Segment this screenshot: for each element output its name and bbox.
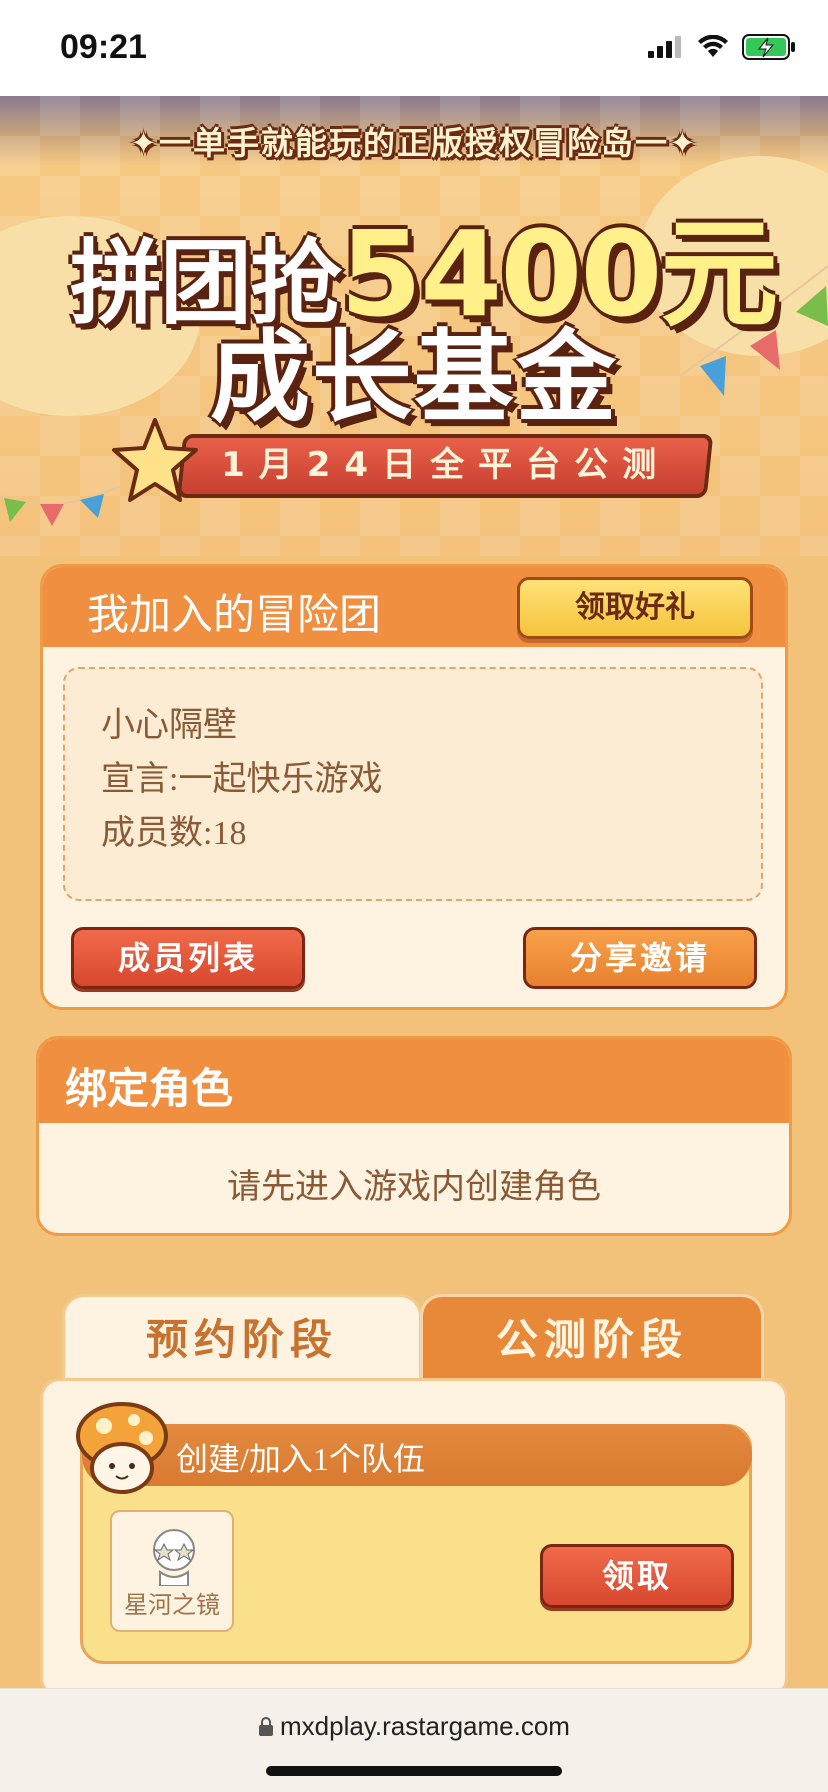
- team-info-box: 小心隔壁 宣言:一起快乐游戏 成员数:18: [63, 667, 763, 901]
- member-list-button[interactable]: 成员列表: [71, 927, 305, 989]
- lock-icon: [259, 1717, 274, 1736]
- hero-date-ribbon: 1月24日全平台公测: [176, 434, 714, 498]
- status-bar: 09:21: [0, 0, 828, 96]
- wifi-icon: [697, 35, 728, 57]
- task-title: 创建/加入1个队伍: [176, 1441, 425, 1477]
- team-name: 小心隔壁: [101, 707, 237, 744]
- task-claim-button[interactable]: 领取: [540, 1544, 734, 1608]
- my-team-title: 我加入的冒险团: [87, 590, 382, 639]
- claim-gift-button[interactable]: 领取好礼: [517, 577, 753, 639]
- star-badge-icon: [112, 418, 198, 502]
- tab-reservation-stage[interactable]: 预约阶段: [62, 1294, 422, 1380]
- reward-item: 星河之镜: [110, 1510, 234, 1632]
- tab-public-test-stage[interactable]: 公测阶段: [420, 1294, 764, 1380]
- mushroom-mascot-icon: [76, 1402, 168, 1494]
- bind-role-message: 请先进入游戏内创建角色: [227, 1167, 601, 1207]
- battery-charging-icon: [742, 34, 795, 60]
- my-team-panel: 我加入的冒险团 领取好礼 小心隔壁 宣言:一起快乐游戏 成员数:18 成员列表 …: [40, 564, 788, 1010]
- status-icons: [640, 34, 796, 64]
- reward-label: 星河之镜: [124, 1591, 220, 1619]
- bind-role-panel: 绑定角色 请先进入游戏内创建角色: [36, 1036, 792, 1236]
- hero-tagline: ✦一单手就能玩的正版授权冒险岛一✦: [130, 124, 698, 162]
- bind-role-header: 绑定角色: [39, 1039, 789, 1123]
- bind-role-title: 绑定角色: [65, 1064, 234, 1113]
- home-indicator[interactable]: [266, 1766, 562, 1776]
- hero-date-text: 1月24日全平台公测: [220, 445, 670, 485]
- status-time: 09:21: [60, 28, 147, 66]
- url-display[interactable]: mxdplay.rastargame.com: [0, 1711, 828, 1742]
- signal-icon: [647, 36, 681, 58]
- team-motto: 宣言:一起快乐游戏: [101, 761, 383, 798]
- team-member-count: 成员数:18: [101, 815, 247, 852]
- hero-banner: ✦一单手就能玩的正版授权冒险岛一✦ 拼团抢5400元 成长基金 1月24日全平台…: [0, 96, 828, 556]
- star-glasses-avatar-icon: [153, 1529, 195, 1586]
- share-invite-button[interactable]: 分享邀请: [523, 927, 757, 989]
- my-team-header: 我加入的冒险团 领取好礼: [43, 567, 785, 647]
- browser-url-bar[interactable]: mxdplay.rastargame.com: [0, 1688, 828, 1792]
- url-text: mxdplay.rastargame.com: [280, 1711, 570, 1741]
